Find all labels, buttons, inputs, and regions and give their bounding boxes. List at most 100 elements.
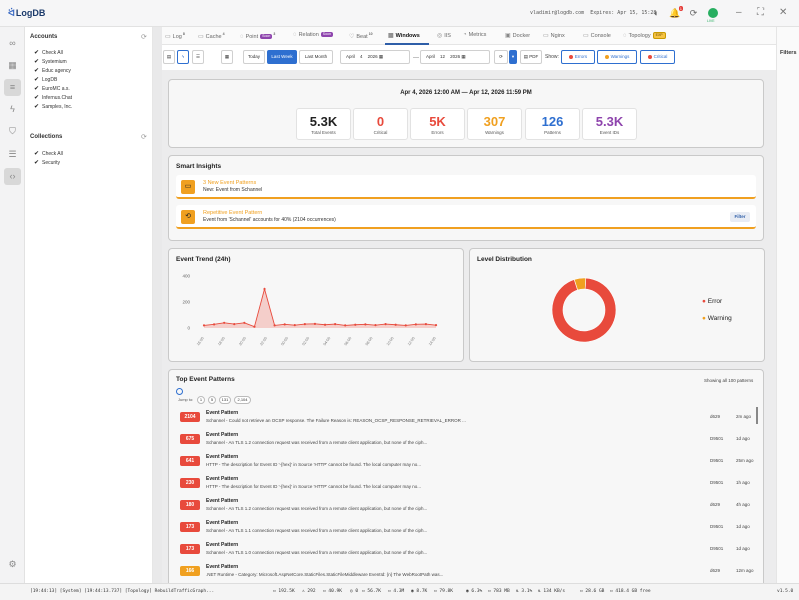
errors-filter-button[interactable]: Errors [561, 50, 595, 64]
tab-cache[interactable]: ▭ Cache4 [198, 32, 225, 40]
pattern-row[interactable]: 2104 Event Pattern Schannel - Could not re… [176, 407, 756, 429]
sidebar-collection-item[interactable]: ✔ Check All [34, 150, 63, 157]
close-button[interactable]: ✕ [779, 7, 787, 18]
pattern-list-scrollbar[interactable] [756, 407, 758, 424]
shield-icon[interactable]: ⛉ [4, 123, 21, 140]
memory-usage: ▭ 783 MB [488, 589, 510, 594]
tab-iis[interactable]: ◎ IIS [437, 32, 451, 39]
today-button[interactable]: Today [243, 50, 265, 64]
code-icon[interactable]: ‹› [4, 168, 21, 185]
tab-metrics[interactable]: ◔ Metrics [463, 32, 486, 38]
to-month: April [426, 54, 436, 59]
insight-repetitive-pattern[interactable]: ⟲ Repetitive Event Pattern Event from 'S… [176, 205, 756, 229]
minimize-button[interactable]: – [736, 7, 742, 18]
tab-log[interactable]: ▭ Log8 [165, 32, 185, 40]
live-indicator[interactable] [708, 8, 718, 18]
calendar-icon[interactable]: ▦ [221, 50, 233, 64]
pattern-message: HTTP - The description for Event ID '-{h… [206, 484, 422, 489]
sidebar-account-item[interactable]: ✔ LogDB [34, 76, 57, 83]
list-view-icon[interactable]: ☰ [192, 50, 204, 64]
x-tick-label: 18:00 [217, 336, 226, 346]
tab-chip: EXP [652, 32, 666, 39]
storage-icon[interactable]: ☰ [4, 146, 21, 163]
jump-1-button[interactable]: 1 [197, 396, 205, 404]
tab-nginx[interactable]: ▭ Nginx [543, 32, 565, 39]
jump-5-button[interactable]: 5 [208, 396, 216, 404]
stat-patterns: 126 Patterns [525, 108, 580, 140]
tab-beat[interactable]: ♡ Beat10 [349, 32, 373, 40]
pattern-row[interactable]: 675 Event Pattern Schannel - An TLS 1.2 co… [176, 429, 756, 451]
pattern-row[interactable]: 173 Event Pattern Schannel - An TLS 1.1 co… [176, 517, 756, 539]
x-tick-label: 08:00 [365, 336, 374, 346]
tab-topology[interactable]: ◌ Topology EXP [623, 32, 666, 39]
settings-icon[interactable]: ⚙ [4, 556, 21, 573]
pattern-source: D9501 [710, 458, 724, 463]
insight-new-patterns[interactable]: ▭ 3 New Event Patterns New: Event from S… [176, 175, 756, 199]
pattern-slider-handle[interactable] [176, 388, 183, 395]
point-icon: ◌ [240, 33, 244, 40]
sidebar-account-item[interactable]: ✔ Infernus.Chat [34, 94, 72, 101]
maximize-button[interactable]: ⛶ [757, 7, 764, 18]
refresh-icon[interactable]: ⟳ [688, 8, 699, 19]
sidebar-account-item[interactable]: ✔ Educ agency [34, 67, 71, 74]
lightning-icon[interactable]: ϟ [4, 101, 21, 118]
pattern-row[interactable]: 230 Event Pattern HTTP - The description f… [176, 473, 756, 495]
pattern-row[interactable]: 641 Event Pattern HTTP - The description f… [176, 451, 756, 473]
filters-toggle[interactable]: Filters [780, 50, 797, 56]
pattern-time-ago: 25m ago [736, 458, 754, 463]
pattern-message: Schannel - An TLS 1.0 connection request… [206, 550, 428, 555]
notifications-icon[interactable]: 🔔 1 [669, 6, 683, 19]
last-week-button[interactable]: Last Week [267, 50, 297, 64]
sidebar [25, 27, 153, 583]
from-calendar-icon[interactable]: ▦ [379, 54, 383, 59]
pattern-message: Schannel - An TLS 1.1 connection request… [206, 528, 428, 533]
warnings-filter-button[interactable]: Warnings [597, 50, 637, 64]
sidebar-account-item[interactable]: ✔ EuroMC a.s. [34, 85, 70, 92]
tab-point[interactable]: ◌ Point Soon 3 [240, 32, 275, 40]
infinity-icon[interactable]: ∞ [4, 35, 21, 52]
tab-relation[interactable]: ◌ Relation Soon [293, 32, 333, 38]
accounts-refresh-icon[interactable]: ⟳ [141, 33, 147, 41]
sidebar-account-item[interactable]: ✔ Check All [34, 49, 63, 56]
pattern-time-ago: 1d ago [736, 436, 750, 441]
tab-docker[interactable]: ▣ Docker [505, 32, 530, 39]
refresh-dropdown-icon[interactable]: ▾ [509, 50, 517, 64]
database-icon[interactable]: ≡ [4, 79, 21, 96]
tab-label: Topology [628, 32, 651, 39]
cache-icon: ▭ [198, 33, 204, 40]
trend-point [212, 323, 216, 326]
app-logo[interactable]: ᐛLogDB [8, 8, 45, 19]
legend-error-dot: ● [702, 298, 706, 305]
sidebar-splitter[interactable] [153, 27, 162, 583]
critical-filter-button[interactable]: Critical [640, 50, 675, 64]
status-metric-2: ⚠ 292 [302, 589, 316, 594]
from-date-input[interactable]: April 4 2026 ▦ [340, 50, 410, 64]
trend-point [223, 321, 226, 324]
last-month-button[interactable]: Last Month [299, 50, 333, 64]
tab-windows[interactable]: ▦ Windows [388, 32, 420, 39]
pattern-time-ago: 12m ago [736, 568, 754, 573]
sidebar-collection-item[interactable]: ✔ Security [34, 159, 60, 166]
pattern-row[interactable]: 173 Event Pattern Schannel - An TLS 1.0 co… [176, 539, 756, 561]
pattern-time-ago: 1d ago [736, 524, 750, 529]
to-calendar-icon[interactable]: ▦ [461, 54, 465, 59]
jump-131-button[interactable]: 131 [219, 396, 231, 404]
pattern-row[interactable]: 166 Event Pattern .NET Runtime - Category:… [176, 561, 756, 583]
insights-view-icon[interactable]: ϟ [177, 50, 189, 64]
dashboard-icon[interactable]: ▦ [4, 57, 21, 74]
auto-refresh-icon[interactable]: ⟳ [494, 50, 508, 64]
sidebar-account-item[interactable]: ✔ Samples, Inc. [34, 103, 72, 110]
table-view-icon[interactable]: ▤ [163, 50, 175, 64]
errors-dot [568, 54, 573, 59]
theme-toggle-icon[interactable]: ◐ [651, 8, 662, 19]
pdf-button[interactable]: ▤ PDF [520, 50, 542, 64]
insight-filter-button[interactable]: Filter [730, 212, 750, 222]
pattern-row[interactable]: 180 Event Pattern Schannel - An TLS 1.2 co… [176, 495, 756, 517]
sidebar-account-item[interactable]: ✔ Systemium [34, 58, 67, 65]
collections-refresh-icon[interactable]: ⟳ [141, 133, 147, 141]
trend-point [404, 324, 407, 327]
to-date-input[interactable]: April 12 2026 ▦ [420, 50, 490, 64]
checkmark-icon: ✔ [34, 160, 40, 166]
tab-console[interactable]: ▭ Console [583, 32, 611, 39]
jump-2104-button[interactable]: 2,104 [234, 396, 251, 404]
